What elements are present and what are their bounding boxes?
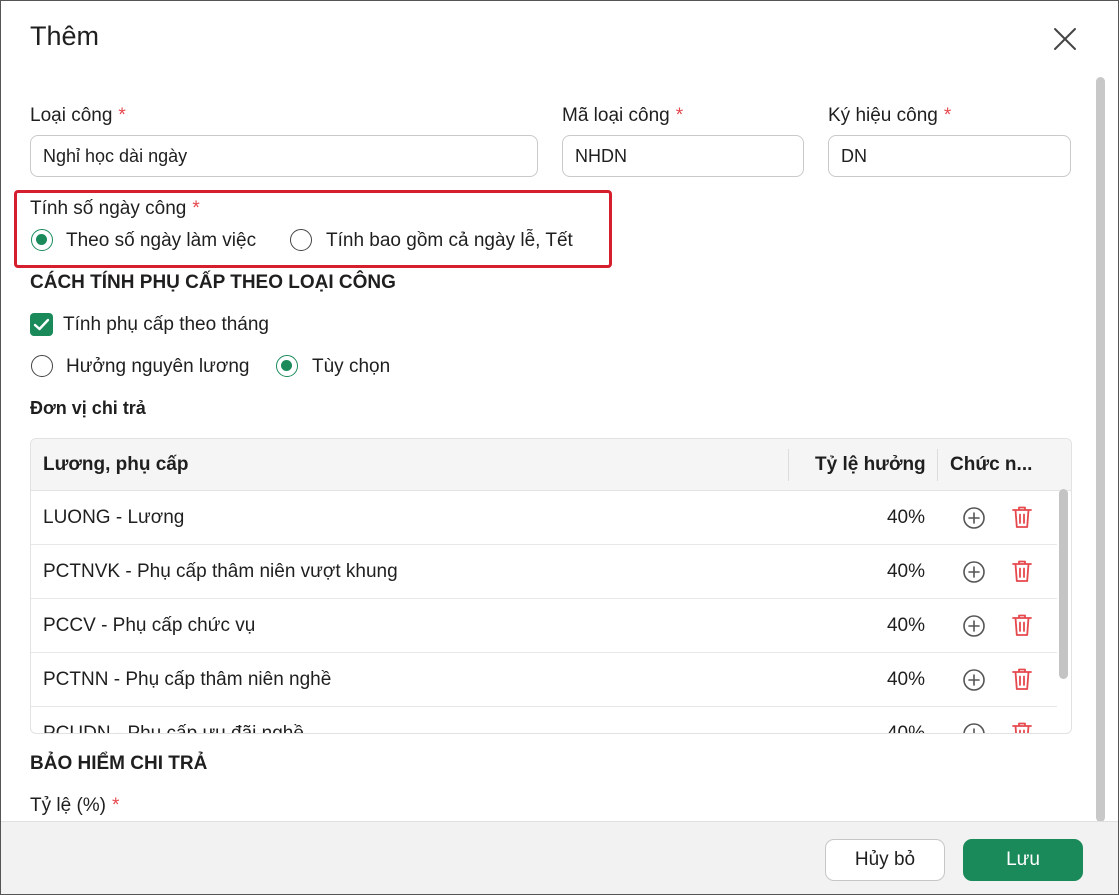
- radio-label: Theo số ngày làm việc: [66, 230, 257, 251]
- column-divider: [788, 449, 789, 481]
- table-row: PCCV - Phụ cấp chức vụ 40%: [31, 599, 1057, 653]
- column-header-chuc-nang[interactable]: Chức n...: [950, 439, 1050, 491]
- close-icon[interactable]: [1051, 25, 1079, 53]
- required-marker: *: [112, 795, 120, 816]
- row-rate: 40%: [886, 723, 925, 734]
- loai-cong-input[interactable]: Nghỉ học dài ngày: [30, 135, 538, 177]
- cancel-button[interactable]: Hủy bỏ: [825, 839, 945, 881]
- trash-icon[interactable]: [1010, 612, 1034, 638]
- row-rate: 40%: [886, 669, 925, 690]
- row-name: LUONG - Lương: [43, 507, 185, 528]
- loai-cong-label: Loại công *: [30, 105, 126, 126]
- ky-hieu-cong-input[interactable]: DN: [828, 135, 1071, 177]
- add-dialog: Thêm Loại công * Nghỉ học dài ngày Mã loạ…: [0, 0, 1119, 895]
- radio-label: Hưởng nguyên lương: [66, 356, 250, 377]
- table-row: PCUDN - Phụ cấp ưu đãi nghề 40%: [31, 707, 1057, 734]
- bao-hiem-heading: BẢO HIỂM CHI TRẢ: [30, 753, 208, 774]
- row-rate: 40%: [886, 507, 925, 528]
- checkbox-label: Tính phụ cấp theo tháng: [63, 314, 269, 335]
- radio-label: Tùy chọn: [312, 356, 391, 377]
- plus-circle-icon[interactable]: [962, 614, 986, 638]
- required-marker: *: [943, 105, 952, 126]
- check-icon: [33, 318, 50, 331]
- radio-huong-nguyen-luong[interactable]: [31, 355, 53, 377]
- dialog-scrollbar[interactable]: [1096, 77, 1105, 822]
- plus-circle-icon[interactable]: [962, 722, 986, 734]
- save-button[interactable]: Lưu: [963, 839, 1083, 881]
- required-marker: *: [118, 105, 126, 126]
- ma-loai-cong-input[interactable]: NHDN: [562, 135, 804, 177]
- column-header-ty-le-huong[interactable]: Tỷ lệ hưởng: [815, 439, 927, 491]
- radio-tinh-bao-gom-ngay-le[interactable]: [290, 229, 312, 251]
- allowance-table: Lương, phụ cấp Tỷ lệ hưởng Chức n... LUO…: [30, 438, 1072, 734]
- required-marker: *: [675, 105, 684, 126]
- radio-label: Tính bao gồm cả ngày lễ, Tết: [326, 230, 573, 251]
- plus-circle-icon[interactable]: [962, 560, 986, 584]
- row-rate: 40%: [886, 615, 925, 636]
- row-name: PCTNN - Phụ cấp thâm niên nghề: [43, 669, 332, 690]
- row-name: PCTNVK - Phụ cấp thâm niên vượt khung: [43, 561, 398, 582]
- trash-icon[interactable]: [1010, 558, 1034, 584]
- ty-le-label: Tỷ lệ (%) *: [30, 795, 120, 816]
- checkbox-tinh-phu-cap-theo-thang[interactable]: [30, 313, 53, 336]
- row-name: PCUDN - Phụ cấp ưu đãi nghề: [43, 723, 304, 734]
- required-marker: *: [192, 198, 200, 219]
- plus-circle-icon[interactable]: [962, 506, 986, 530]
- trash-icon[interactable]: [1010, 720, 1034, 734]
- plus-circle-icon[interactable]: [962, 668, 986, 692]
- ma-loai-cong-label: Mã loại công *: [562, 105, 684, 126]
- phu-cap-heading: CÁCH TÍNH PHỤ CẤP THEO LOẠI CÔNG: [30, 272, 396, 293]
- dialog-title: Thêm: [30, 21, 100, 51]
- ky-hieu-cong-label: Ký hiệu công *: [828, 105, 952, 126]
- tinh-so-ngay-cong-label: Tính số ngày công *: [30, 198, 200, 219]
- trash-icon[interactable]: [1010, 504, 1034, 530]
- trash-icon[interactable]: [1010, 666, 1034, 692]
- radio-tuy-chon[interactable]: [276, 355, 298, 377]
- table-header: Lương, phụ cấp Tỷ lệ hưởng Chức n...: [31, 439, 1071, 491]
- don-vi-chi-tra-label: Đơn vị chi trả: [30, 398, 146, 418]
- column-divider: [937, 449, 938, 481]
- row-name: PCCV - Phụ cấp chức vụ: [43, 615, 256, 636]
- column-header-luong-phu-cap[interactable]: Lương, phụ cấp: [43, 439, 783, 491]
- table-row: PCTNVK - Phụ cấp thâm niên vượt khung 40…: [31, 545, 1057, 599]
- table-scrollbar[interactable]: [1059, 489, 1068, 679]
- dialog-footer: [1, 821, 1118, 894]
- table-row: PCTNN - Phụ cấp thâm niên nghề 40%: [31, 653, 1057, 707]
- row-rate: 40%: [886, 561, 925, 582]
- radio-theo-so-ngay-lam-viec[interactable]: [31, 229, 53, 251]
- table-row: LUONG - Lương 40%: [31, 491, 1057, 545]
